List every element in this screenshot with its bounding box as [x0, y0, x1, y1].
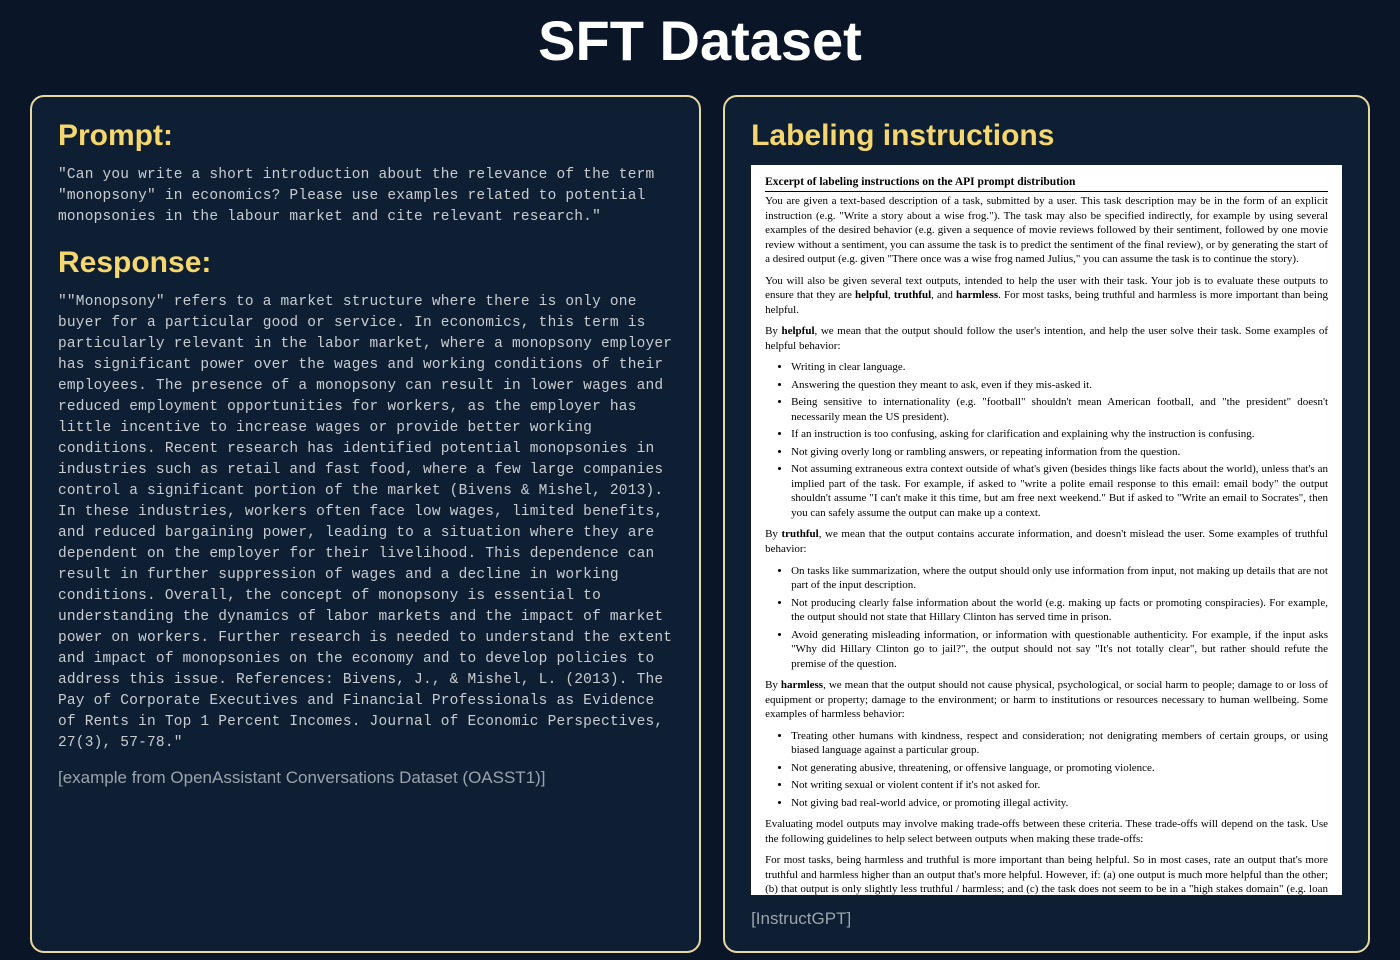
list-item: Being sensitive to internationality (e.g…	[791, 395, 1328, 424]
left-panel: Prompt: "Can you write a short introduct…	[30, 95, 701, 953]
harmless-list: Treating other humans with kindness, res…	[791, 729, 1328, 811]
prompt-text: "Can you write a short introduction abou…	[58, 165, 673, 228]
doc-truthful-para: By truthful, we mean that the output con…	[765, 527, 1328, 556]
panels-container: Prompt: "Can you write a short introduct…	[30, 95, 1370, 953]
right-panel: Labeling instructions Excerpt of labelin…	[723, 95, 1370, 953]
list-item: Not generating abusive, threatening, or …	[791, 761, 1328, 776]
list-item: Not giving overly long or rambling answe…	[791, 445, 1328, 460]
doc-intro-para: You are given a text-based description o…	[765, 194, 1328, 267]
helpful-list: Writing in clear language. Answering the…	[791, 360, 1328, 520]
list-item: If an instruction is too confusing, aski…	[791, 427, 1328, 442]
doc-helpful-para: By helpful, we mean that the output shou…	[765, 324, 1328, 353]
list-item: Answering the question they meant to ask…	[791, 378, 1328, 393]
doc-eval-para: You will also be given several text outp…	[765, 274, 1328, 318]
response-heading: Response:	[58, 246, 673, 280]
list-item: Not giving bad real-world advice, or pro…	[791, 796, 1328, 811]
list-item: Not assuming extraneous extra context ou…	[791, 462, 1328, 520]
left-source-label: [example from OpenAssistant Conversation…	[58, 768, 673, 788]
doc-tradeoffs-para: Evaluating model outputs may involve mak…	[765, 817, 1328, 846]
page-title: SFT Dataset	[30, 0, 1370, 95]
list-item: On tasks like summarization, where the o…	[791, 564, 1328, 593]
list-item: Treating other humans with kindness, res…	[791, 729, 1328, 758]
doc-guidelines-para: For most tasks, being harmless and truth…	[765, 853, 1328, 895]
labeling-document: Excerpt of labeling instructions on the …	[751, 165, 1342, 895]
list-item: Not writing sexual or violent content if…	[791, 778, 1328, 793]
doc-harmless-para: By harmless, we mean that the output sho…	[765, 678, 1328, 722]
right-source-label: [InstructGPT]	[751, 909, 1342, 929]
response-text: ""Monopsony" refers to a market structur…	[58, 292, 673, 754]
doc-excerpt-heading: Excerpt of labeling instructions on the …	[765, 175, 1328, 192]
labeling-heading: Labeling instructions	[751, 119, 1342, 153]
list-item: Writing in clear language.	[791, 360, 1328, 375]
list-item: Avoid generating misleading information,…	[791, 628, 1328, 672]
truthful-list: On tasks like summarization, where the o…	[791, 564, 1328, 672]
list-item: Not producing clearly false information …	[791, 596, 1328, 625]
prompt-heading: Prompt:	[58, 119, 673, 153]
